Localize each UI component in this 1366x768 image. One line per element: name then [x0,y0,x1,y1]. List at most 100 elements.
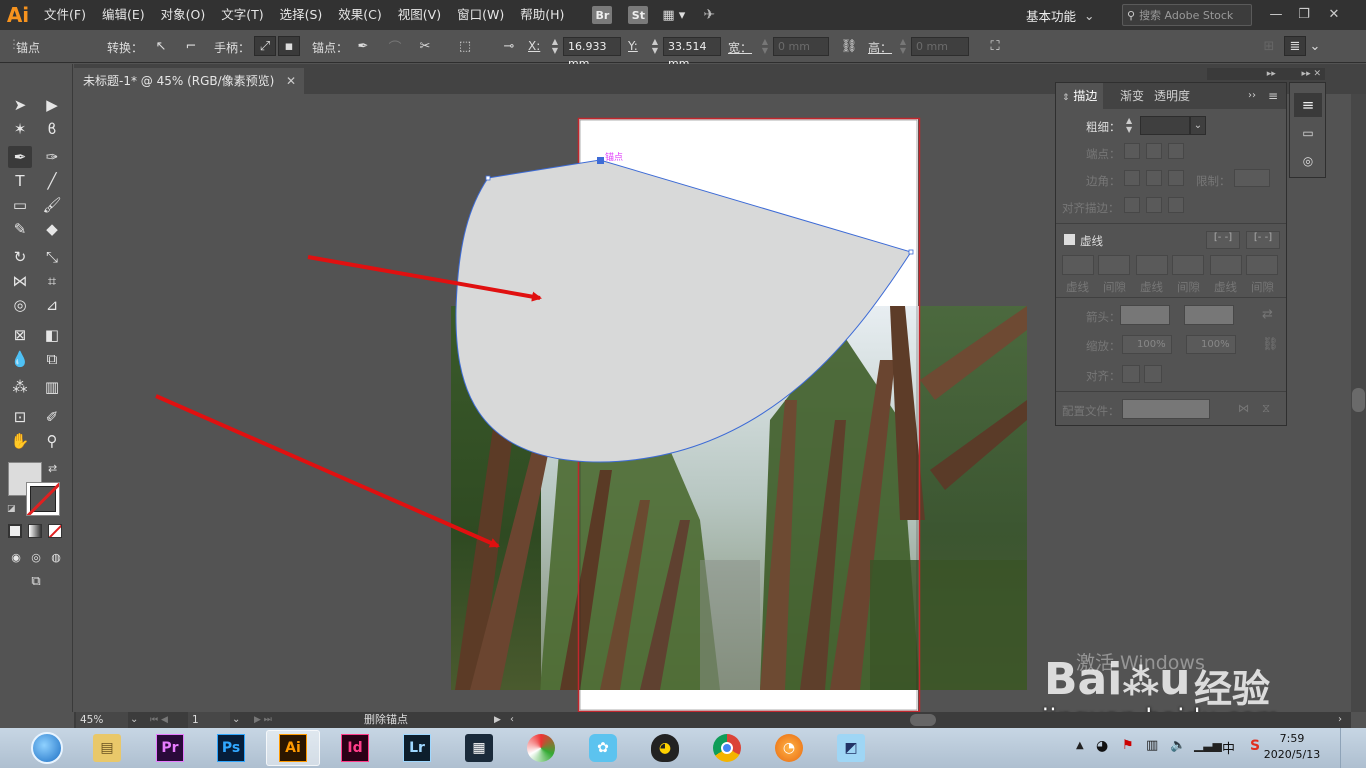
bridge-button[interactable]: Br [592,6,613,24]
x-field[interactable]: 16.933 mm [563,37,621,70]
qq-button[interactable]: ◕ [638,730,692,766]
artboard-tool-icon[interactable]: ⊡ [8,406,32,428]
menu-select[interactable]: 选择(S) [272,0,331,30]
workspace-switcher[interactable]: 基本功能 ⌄ [1026,5,1106,25]
sogou-ime-icon[interactable]: S [1250,738,1260,754]
y-stepper[interactable]: ▲ ▼ [650,37,660,56]
x-stepper[interactable]: ▲ ▼ [550,37,560,56]
free-transform-tool-icon[interactable]: ⌗ [40,270,64,292]
gradient-panel-icon[interactable]: ▭ [1294,121,1322,145]
volume-icon[interactable]: 🔈 [1170,738,1186,753]
screen-mode-icon[interactable]: ⧉ [24,570,48,592]
artboard-field[interactable]: 1 [188,712,230,728]
menu-object[interactable]: 对象(O) [153,0,214,30]
lightroom-button[interactable]: Lr [390,730,444,766]
premiere-button[interactable]: Pr [143,730,197,766]
isolate-icon[interactable]: ⛶ [984,36,1006,56]
show-handles-icon[interactable]: ⤢ [254,36,276,56]
tab-gradient[interactable]: 渐变 [1114,83,1150,109]
dash-preserve-icon[interactable]: [- -] [1206,231,1240,249]
curvature-tool-icon[interactable]: ✑ [40,146,64,168]
menu-window[interactable]: 窗口(W) [449,0,512,30]
gradient-tool-icon[interactable]: ◧ [40,324,64,346]
dash-field-1[interactable] [1062,255,1094,275]
weight-dropdown-icon[interactable]: ⌄ [1190,116,1206,135]
mesh-tool-icon[interactable]: ⊠ [8,324,32,346]
document-tab[interactable]: 未标题-1* @ 45% (RGB/像素预览) ✕ [74,68,304,94]
hide-handles-icon[interactable]: ▪ [278,36,300,56]
graph-tool-icon[interactable]: ▥ [40,376,64,398]
cat-app-button[interactable]: ✿ [576,730,630,766]
profile-dropdown[interactable] [1122,399,1210,419]
anchor-point[interactable] [908,249,914,255]
bevel-join-icon[interactable] [1168,170,1184,186]
gap-field-2[interactable] [1172,255,1204,275]
shape-builder-tool-icon[interactable]: ◎ [8,294,32,316]
align-center-icon[interactable] [1124,197,1140,213]
stock-button[interactable]: St [628,6,649,24]
magic-wand-tool-icon[interactable]: ✶ [8,118,32,140]
device-tray-icon[interactable]: ▥ [1146,738,1158,753]
perspective-grid-tool-icon[interactable]: ⊿ [40,294,64,316]
default-colors-icon[interactable]: ◪ [7,504,16,514]
illustrator-button[interactable]: Ai [266,730,320,766]
link-scale-icon[interactable]: ⛓ [1262,337,1279,352]
convert-smooth-icon[interactable]: ⌐ [180,36,202,56]
vertical-scrollbar[interactable] [1351,94,1366,712]
line-tool-icon[interactable]: ╱ [40,170,64,192]
flip-horizontal-icon[interactable]: ⋈ [1238,401,1250,415]
weight-stepper[interactable]: ▲ ▼ [1126,116,1136,134]
h-field[interactable]: 0 mm [911,37,969,56]
end-scale-field[interactable]: 100% [1186,335,1236,354]
shaper-tool-icon[interactable]: ✎ [8,218,32,240]
constrain-link-icon[interactable]: ⛓ [838,36,860,56]
butt-cap-icon[interactable] [1124,143,1140,159]
tab-transparency[interactable]: 透明度 [1148,83,1196,109]
panel-menu-chevron-icon[interactable]: ⌄ [1304,36,1326,56]
tab-stroke[interactable]: ⇕ 描边 [1056,83,1104,109]
rotate-tool-icon[interactable]: ↻ [8,246,32,268]
dash-align-icon[interactable]: [- -] [1246,231,1280,249]
width-tool-icon[interactable]: ⋈ [8,270,32,292]
align-inside-icon[interactable] [1146,197,1162,213]
round-cap-icon[interactable] [1146,143,1162,159]
start-scale-field[interactable]: 100% [1122,335,1172,354]
menu-help[interactable]: 帮助(H) [512,0,572,30]
color-mode-icon[interactable] [8,524,22,538]
menu-type[interactable]: 文字(T) [213,0,271,30]
status-menu-icon[interactable]: ▶ [494,712,501,728]
eyedropper-tool-icon[interactable]: 💧 [8,348,32,370]
select-similar-icon[interactable]: ⬚ [454,36,476,56]
network-icon[interactable]: ▁▃▅ [1194,738,1222,752]
qq-tray-icon[interactable]: ◕ [1096,738,1108,754]
hand-tool-icon[interactable]: ✋ [8,430,32,452]
y-field[interactable]: 33.514 mm [663,37,721,70]
dash-field-2[interactable] [1136,255,1168,275]
file-explorer-button[interactable]: ▤ [80,730,134,766]
dashed-checkbox[interactable] [1064,234,1075,245]
browser-button[interactable]: ◔ [762,730,816,766]
minimize-button[interactable]: — [1262,4,1290,24]
rectangle-tool-icon[interactable]: ▭ [8,194,32,216]
flip-vertical-icon[interactable]: ⧖ [1262,401,1270,416]
stroke-panel-icon[interactable]: ≡ [1294,93,1322,117]
swap-colors-icon[interactable]: ⇄ [48,462,57,475]
gradient-mode-icon[interactable] [28,524,42,538]
selected-anchor-point[interactable] [597,157,604,164]
arrow-place-icon[interactable] [1144,365,1162,383]
start-button[interactable] [20,730,74,766]
video-player-button[interactable]: ▦ [452,730,506,766]
panel-expand-icon[interactable]: ›› [1242,83,1262,109]
swap-arrowheads-icon[interactable]: ⇄ [1262,307,1273,322]
limit-field[interactable] [1234,169,1270,187]
stroke-swatch[interactable] [26,482,60,516]
menu-file[interactable]: 文件(F) [36,0,94,30]
zoom-dropdown-icon[interactable]: ⌄ [130,712,138,728]
photoshop-button[interactable]: Ps [204,730,258,766]
menu-effect[interactable]: 效果(C) [330,0,389,30]
arrange-icon[interactable]: ⊞ [1258,36,1280,56]
arrow-extend-icon[interactable] [1122,365,1140,383]
scale-tool-icon[interactable]: ⤡ [40,246,64,268]
close-window-button[interactable]: ✕ [1320,4,1348,24]
draw-inside-icon[interactable]: ◍ [44,546,68,568]
